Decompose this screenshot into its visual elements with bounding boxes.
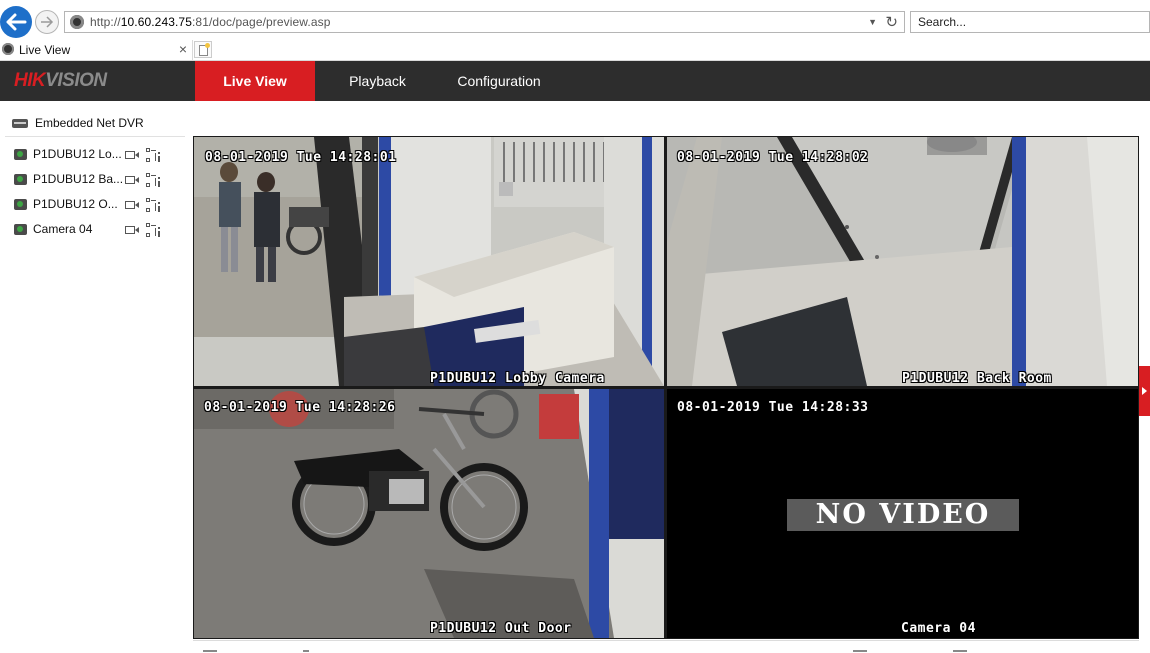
stream-settings-icon[interactable]: [146, 173, 162, 188]
refresh-icon[interactable]: ↻: [885, 13, 898, 31]
record-icon[interactable]: [125, 200, 139, 210]
camera-icon: [14, 149, 27, 160]
tile-timestamp: 08-01-2019 Tue 14:28:02: [677, 150, 869, 165]
video-tile-camera-04[interactable]: 08-01-2019 Tue 14:28:33 NO VIDEO Camera …: [667, 389, 1138, 638]
tile-timestamp: 08-01-2019 Tue 14:28:33: [677, 400, 869, 415]
back-arrow-icon: [6, 13, 27, 31]
sidebar-divider: [5, 136, 185, 137]
site-favicon-icon: [70, 15, 84, 29]
tile-camera-name: P1DUBU12 Lobby Camera: [430, 371, 605, 386]
record-icon[interactable]: [125, 150, 139, 160]
tab-title: Live View: [19, 43, 71, 57]
forward-arrow-icon: [41, 16, 54, 28]
address-url[interactable]: http://10.60.243.75:81/doc/page/preview.…: [90, 15, 331, 29]
record-icon[interactable]: [125, 175, 139, 185]
no-video-banner: NO VIDEO: [787, 499, 1019, 531]
tile-timestamp: 08-01-2019 Tue 14:28:26: [204, 400, 396, 415]
tab-favicon-icon: [2, 43, 14, 55]
search-box[interactable]: Search...: [910, 11, 1150, 33]
logo-text-grey: VISION: [45, 70, 107, 91]
back-button[interactable]: [0, 6, 32, 38]
stream-settings-icon[interactable]: [146, 223, 162, 238]
app-header: HIKVISION Live View Playback Configurati…: [0, 61, 1150, 101]
back-room-camera-feed: [667, 137, 1138, 386]
live-view-grid: 08-01-2019 Tue 14:28:01 P1DUBU12 Lobby C…: [193, 136, 1139, 639]
hikvision-logo: HIKVISION: [14, 70, 107, 92]
url-host: 10.60.243.75: [120, 15, 192, 29]
camera-label: P1DUBU12 Ba...: [33, 172, 124, 186]
out-door-camera-feed: [194, 389, 664, 638]
menu-playback[interactable]: Playback: [320, 61, 435, 101]
new-tab-button[interactable]: [194, 41, 212, 58]
record-icon[interactable]: [125, 225, 139, 235]
url-path: :81/doc/page/preview.asp: [192, 15, 331, 29]
tile-camera-name: Camera 04: [901, 621, 976, 636]
camera-icon: [14, 174, 27, 185]
tile-timestamp: 08-01-2019 Tue 14:28:01: [205, 150, 397, 165]
menu-live-view[interactable]: Live View: [195, 61, 315, 101]
tile-camera-name: P1DUBU12 Back Room: [902, 371, 1052, 386]
address-bar[interactable]: http://10.60.243.75:81/doc/page/preview.…: [64, 11, 905, 33]
forward-button[interactable]: [35, 10, 59, 34]
tab-strip: Live View ×: [0, 40, 1150, 61]
search-input[interactable]: Search...: [918, 15, 966, 29]
camera-label: P1DUBU12 O...: [33, 197, 118, 211]
browser-toolbar: http://10.60.243.75:81/doc/page/preview.…: [0, 0, 1150, 40]
lobby-camera-feed: [194, 137, 664, 386]
dvr-icon: [12, 119, 28, 128]
logo-text-red: HIK: [14, 70, 46, 91]
video-tile-out-door[interactable]: 08-01-2019 Tue 14:28:26 P1DUBU12 Out Doo…: [194, 389, 664, 638]
camera-icon: [14, 199, 27, 210]
stream-settings-icon[interactable]: [146, 148, 162, 163]
menu-configuration[interactable]: Configuration: [440, 61, 558, 101]
camera-label: Camera 04: [33, 222, 93, 236]
bottom-toolbar: [193, 640, 1139, 653]
browser-tab-live-view[interactable]: Live View ×: [0, 40, 193, 60]
camera-item-1[interactable]: P1DUBU12 Lo...: [14, 145, 174, 165]
camera-label: P1DUBU12 Lo...: [33, 147, 122, 161]
camera-icon: [14, 224, 27, 235]
stream-settings-icon[interactable]: [146, 198, 162, 213]
url-prefix: http://: [90, 15, 121, 29]
collapse-panel-toggle[interactable]: [1139, 366, 1150, 416]
device-label: Embedded Net DVR: [35, 116, 144, 130]
device-sidebar: Embedded Net DVR P1DUBU12 Lo... P1DUBU12…: [0, 101, 190, 652]
close-tab-icon[interactable]: ×: [179, 41, 187, 57]
video-tile-lobby[interactable]: 08-01-2019 Tue 14:28:01 P1DUBU12 Lobby C…: [194, 137, 664, 386]
video-tile-back-room[interactable]: 08-01-2019 Tue 14:28:02 P1DUBU12 Back Ro…: [667, 137, 1138, 386]
tile-camera-name: P1DUBU12 Out Door: [430, 621, 572, 636]
camera-item-4[interactable]: Camera 04: [14, 220, 174, 240]
address-dropdown-icon[interactable]: ▼: [868, 17, 877, 27]
camera-item-2[interactable]: P1DUBU12 Ba...: [14, 170, 174, 190]
camera-item-3[interactable]: P1DUBU12 O...: [14, 195, 174, 215]
